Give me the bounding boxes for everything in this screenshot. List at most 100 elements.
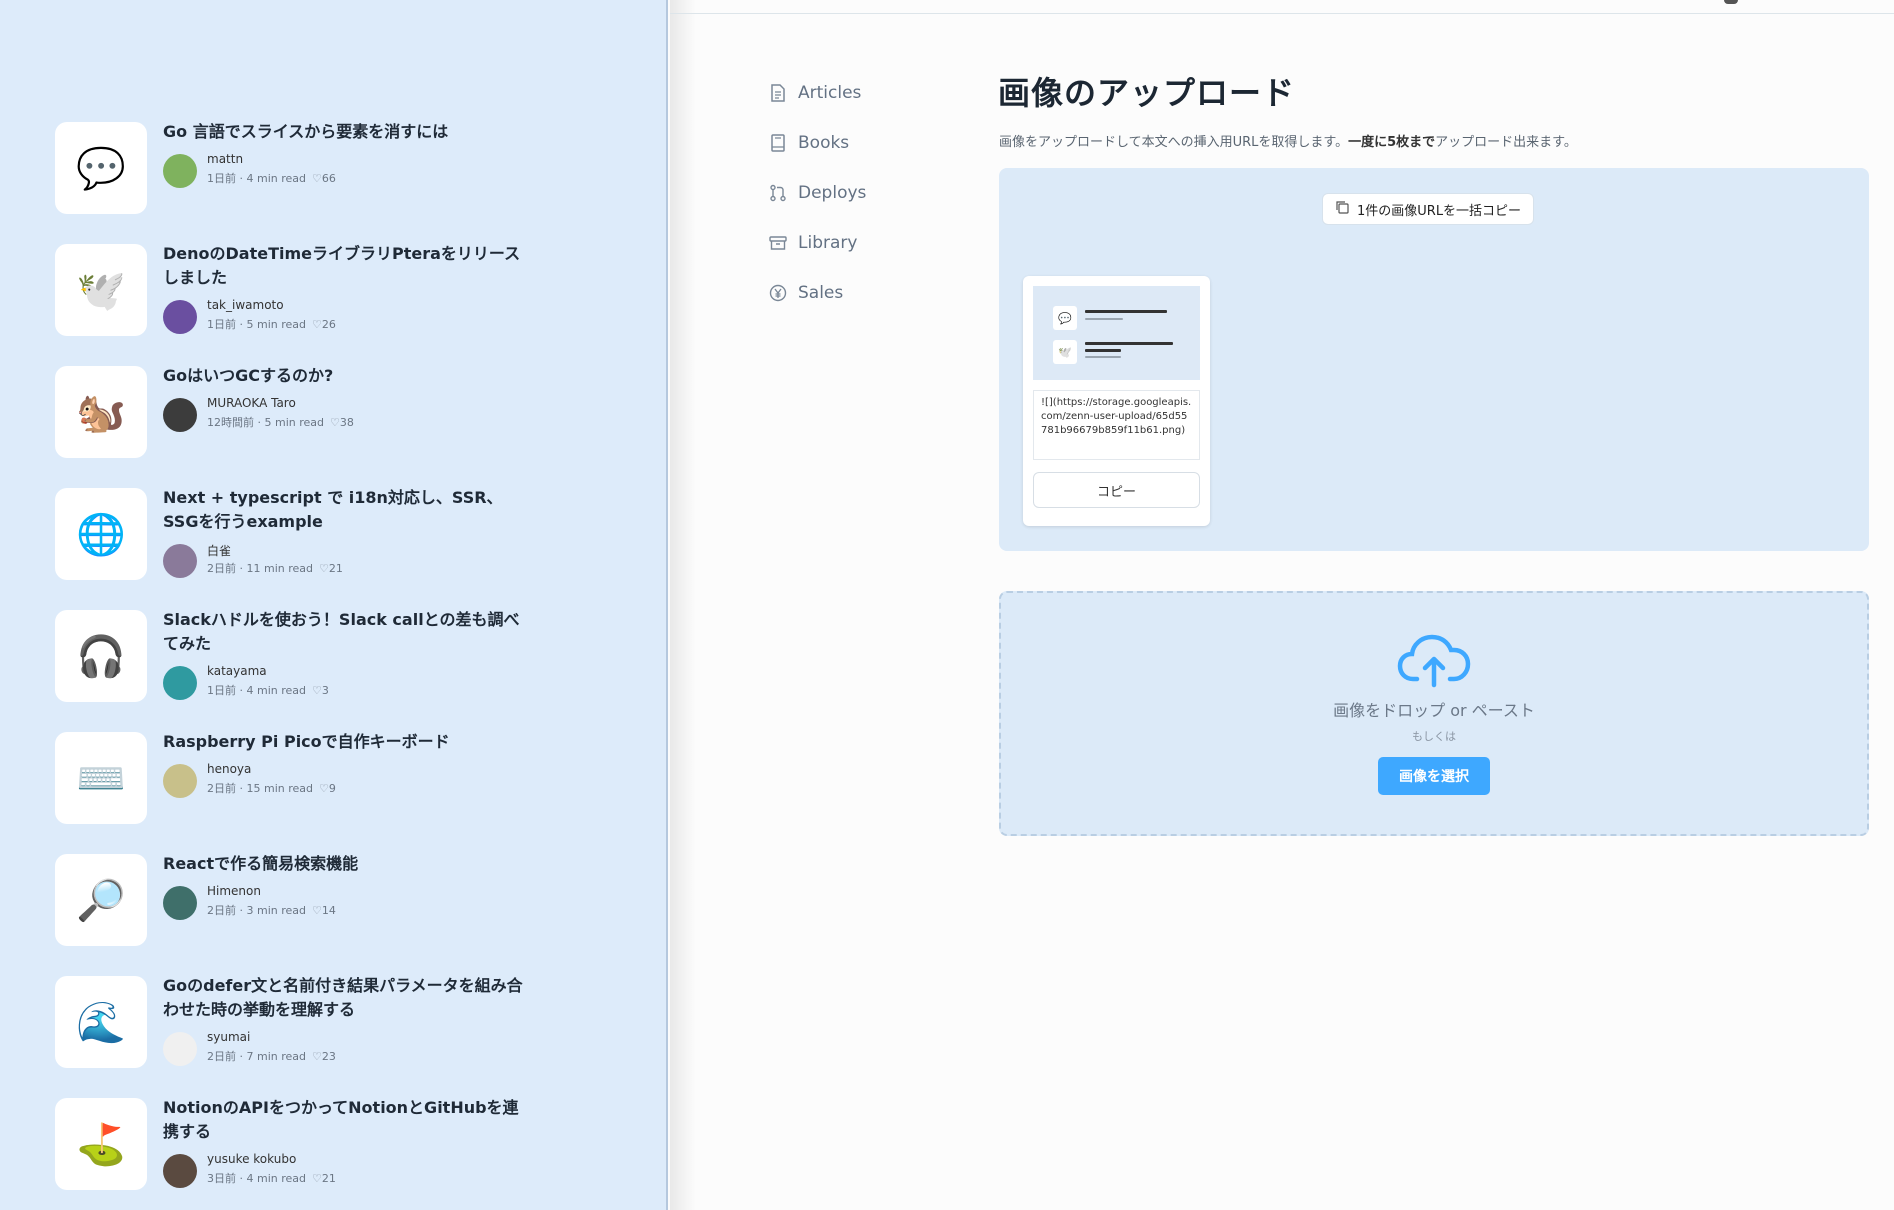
separator: · bbox=[236, 782, 247, 795]
article-card[interactable]: 🎧 Slackハドルを使おう！Slack callとの差も調べてみた katayam… bbox=[55, 610, 615, 702]
avatar[interactable] bbox=[163, 398, 197, 432]
article-meta: katayama 1日前 · 4 min read ♡3 bbox=[163, 664, 483, 700]
cloud-upload-icon bbox=[1397, 633, 1471, 693]
author-name[interactable]: 白雀 bbox=[207, 542, 231, 559]
nav-item-articles[interactable]: Articles bbox=[768, 79, 861, 107]
article-title[interactable]: Slackハドルを使おう！Slack callとの差も調べてみた bbox=[163, 608, 533, 656]
read-time: 3 min read bbox=[246, 904, 307, 917]
document-icon bbox=[768, 83, 788, 103]
article-title[interactable]: Go 言語でスライスから要素を消すには bbox=[163, 120, 533, 144]
header-avatar-edge[interactable] bbox=[1724, 0, 1738, 4]
like-count: 26 bbox=[321, 318, 336, 331]
article-emoji-icon[interactable]: ⛳ bbox=[55, 1098, 147, 1190]
image-thumbnail[interactable]: 💬 🕊️ bbox=[1033, 286, 1200, 380]
description-emphasis: 一度に5枚まで bbox=[1348, 135, 1436, 150]
article-meta: 白雀 2日前 · 11 min read ♡21 bbox=[163, 542, 483, 578]
article-emoji-icon[interactable]: ⌨️ bbox=[55, 732, 147, 824]
posted-time: 2日前 bbox=[207, 904, 236, 917]
article-card[interactable]: 💬 Go 言語でスライスから要素を消すには mattn 1日前 · 4 min rea… bbox=[55, 122, 615, 214]
separator: · bbox=[236, 318, 247, 331]
article-emoji-icon[interactable]: 🌐 bbox=[55, 488, 147, 580]
author-name[interactable]: henoya bbox=[207, 762, 251, 776]
article-card[interactable]: 🕊️ DenoのDateTimeライブラリPteraをリリースしました tak_iw… bbox=[55, 244, 615, 336]
article-stats: 3日前 · 4 min read ♡21 bbox=[207, 1170, 336, 1186]
dove-icon: 🕊️ bbox=[1053, 340, 1077, 364]
article-meta: henoya 2日前 · 15 min read ♡9 bbox=[163, 762, 483, 798]
avatar[interactable] bbox=[163, 886, 197, 920]
read-time: 4 min read bbox=[246, 684, 307, 697]
article-card[interactable]: 🔎 Reactで作る簡易検索機能 Himenon 2日前 · 3 min read ♡1… bbox=[55, 854, 615, 946]
article-meta: tak_iwamoto 1日前 · 5 min read ♡26 bbox=[163, 298, 483, 334]
select-image-button[interactable]: 画像を選択 bbox=[1378, 757, 1490, 795]
header-border bbox=[670, 13, 1894, 14]
article-title[interactable]: Goのdefer文と名前付き結果パラメータを組み合わせた時の挙動を理解する bbox=[163, 974, 533, 1022]
separator: · bbox=[236, 562, 247, 575]
read-time: 15 min read bbox=[246, 782, 314, 795]
read-time: 7 min read bbox=[246, 1050, 307, 1063]
avatar[interactable] bbox=[163, 764, 197, 798]
separator: · bbox=[236, 1050, 247, 1063]
article-title[interactable]: NotionのAPIをつかってNotionとGitHubを連携する bbox=[163, 1096, 533, 1144]
heart-icon: ♡ bbox=[312, 172, 322, 185]
article-meta: yusuke kokubo 3日前 · 4 min read ♡21 bbox=[163, 1152, 483, 1188]
copy-all-urls-button[interactable]: 1件の画像URLを一括コピー bbox=[1322, 193, 1535, 225]
author-name[interactable]: katayama bbox=[207, 664, 267, 678]
avatar[interactable] bbox=[163, 666, 197, 700]
nav-label: Sales bbox=[798, 283, 844, 303]
page-description: 画像をアップロードして本文への挿入用URLを取得します。一度に5枚までアップロー… bbox=[999, 131, 1577, 150]
nav-item-deploys[interactable]: Deploys bbox=[768, 179, 866, 207]
like-count: 14 bbox=[321, 904, 336, 917]
author-name[interactable]: Himenon bbox=[207, 884, 261, 898]
article-card[interactable]: 🌐 Next + typescript で i18n対応し、SSR、SSGを行うe… bbox=[55, 488, 615, 580]
article-title[interactable]: Next + typescript で i18n対応し、SSR、SSGを行うex… bbox=[163, 486, 533, 534]
article-title[interactable]: GoはいつGCするのか? bbox=[163, 364, 533, 388]
author-name[interactable]: tak_iwamoto bbox=[207, 298, 284, 312]
nav-item-library[interactable]: Library bbox=[768, 229, 857, 257]
avatar[interactable] bbox=[163, 154, 197, 188]
nav-item-sales[interactable]: Sales bbox=[768, 279, 843, 307]
article-meta: syumai 2日前 · 7 min read ♡23 bbox=[163, 1030, 483, 1066]
copy-url-button[interactable]: コピー bbox=[1033, 472, 1200, 508]
avatar[interactable] bbox=[163, 1154, 197, 1188]
book-icon bbox=[768, 133, 788, 153]
article-emoji-icon[interactable]: 🔎 bbox=[55, 854, 147, 946]
separator: · bbox=[236, 904, 247, 917]
article-title[interactable]: Reactで作る簡易検索機能 bbox=[163, 852, 533, 876]
nav-label: Articles bbox=[798, 83, 862, 103]
author-name[interactable]: MURAOKA Taro bbox=[207, 396, 296, 410]
author-name[interactable]: yusuke kokubo bbox=[207, 1152, 296, 1166]
author-name[interactable]: syumai bbox=[207, 1030, 250, 1044]
posted-time: 2日前 bbox=[207, 562, 236, 575]
posted-time: 1日前 bbox=[207, 684, 236, 697]
article-title[interactable]: Raspberry Pi Picoで自作キーボード bbox=[163, 730, 533, 754]
nav-item-books[interactable]: Books bbox=[768, 129, 849, 157]
archive-icon bbox=[768, 233, 788, 253]
read-time: 4 min read bbox=[246, 172, 307, 185]
article-emoji-icon[interactable]: 🌊 bbox=[55, 976, 147, 1068]
article-feed: 💬 Go 言語でスライスから要素を消すには mattn 1日前 · 4 min rea… bbox=[0, 0, 668, 1210]
author-name[interactable]: mattn bbox=[207, 152, 243, 166]
article-title[interactable]: DenoのDateTimeライブラリPteraをリリースしました bbox=[163, 242, 533, 290]
image-dropzone[interactable]: 画像をドロップ or ペースト もしくは 画像を選択 bbox=[999, 591, 1869, 836]
like-count: 9 bbox=[328, 782, 336, 795]
avatar[interactable] bbox=[163, 300, 197, 334]
article-emoji-icon[interactable]: 🎧 bbox=[55, 610, 147, 702]
read-time: 4 min read bbox=[246, 1172, 307, 1185]
heart-icon: ♡ bbox=[312, 318, 322, 331]
git-pull-request-icon bbox=[768, 183, 788, 203]
article-card[interactable]: ⛳ NotionのAPIをつかってNotionとGitHubを連携する yusuke… bbox=[55, 1098, 615, 1190]
article-card[interactable]: ⌨️ Raspberry Pi Picoで自作キーボード henoya 2日前 · 1… bbox=[55, 732, 615, 824]
article-emoji: ⌨️ bbox=[76, 755, 126, 802]
article-emoji-icon[interactable]: 🕊️ bbox=[55, 244, 147, 336]
article-card[interactable]: 🐿️ GoはいつGCするのか? MURAOKA Taro 12時間前 · 5 min … bbox=[55, 366, 615, 458]
avatar[interactable] bbox=[163, 544, 197, 578]
image-url-text[interactable]: ![](https://storage.googleapis.com/zenn-… bbox=[1033, 390, 1200, 460]
article-emoji: 🕊️ bbox=[76, 267, 126, 314]
article-stats: 2日前 · 3 min read ♡14 bbox=[207, 902, 336, 918]
avatar[interactable] bbox=[163, 1032, 197, 1066]
article-card[interactable]: 🌊 Goのdefer文と名前付き結果パラメータを組み合わせた時の挙動を理解する sy… bbox=[55, 976, 615, 1068]
thumbnail-line bbox=[1085, 310, 1167, 313]
thumbnail-line bbox=[1085, 342, 1173, 345]
article-emoji-icon[interactable]: 🐿️ bbox=[55, 366, 147, 458]
article-emoji-icon[interactable]: 💬 bbox=[55, 122, 147, 214]
